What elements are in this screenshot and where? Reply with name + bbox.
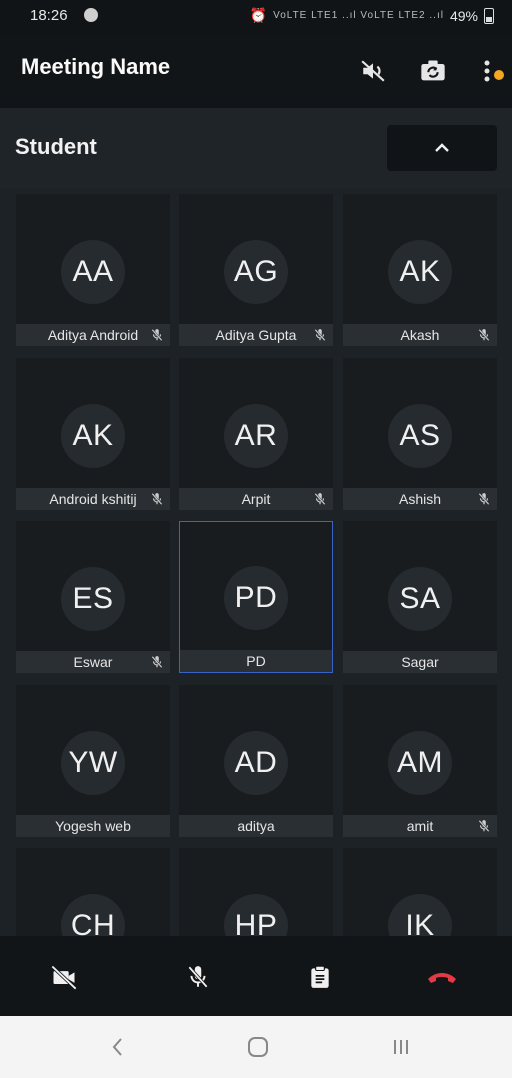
- participant-name-bar: Aditya Gupta: [179, 324, 333, 346]
- participant-name-bar: PD: [180, 650, 332, 672]
- notes-button[interactable]: [303, 960, 337, 994]
- clipboard-icon: [311, 965, 329, 988]
- participant-name-bar: Sagar: [343, 651, 497, 673]
- participant-tile[interactable]: AK Akash: [343, 194, 497, 346]
- video-toggle-button[interactable]: [47, 960, 81, 994]
- participant-name: Eswar: [73, 654, 113, 670]
- participant-grid: AA Aditya Android AG Aditya Gupta AK Akash AK A…: [16, 194, 497, 936]
- participant-name-bar: amit: [343, 815, 497, 837]
- participant-name: Aditya Gupta: [215, 327, 297, 343]
- camera-switch-icon[interactable]: [418, 56, 448, 86]
- participant-tile[interactable]: PD PD: [179, 521, 333, 673]
- mic-off-icon: [477, 492, 491, 506]
- participant-name: PD: [246, 653, 266, 669]
- participant-name-bar: Ashish: [343, 488, 497, 510]
- participant-name-bar: Eswar: [16, 651, 170, 673]
- mic-off-icon: [313, 492, 327, 506]
- participant-avatar: AG: [224, 240, 288, 304]
- mic-off-icon: [150, 655, 164, 669]
- participant-name-bar: Aditya Android: [16, 324, 170, 346]
- participant-avatar: IK: [388, 894, 452, 936]
- participant-name-bar: Akash: [343, 324, 497, 346]
- notification-icon: [84, 8, 98, 22]
- participant-avatar: YW: [61, 731, 125, 795]
- participant-avatar: AK: [61, 404, 125, 468]
- participant-avatar: ES: [61, 567, 125, 631]
- notification-dot: [494, 70, 504, 80]
- participant-avatar: HP: [224, 894, 288, 936]
- participant-tile[interactable]: AA Aditya Android: [16, 194, 170, 346]
- section-title: Student: [15, 134, 97, 159]
- participant-tile[interactable]: SA Sagar: [343, 521, 497, 673]
- participant-tile[interactable]: AD aditya: [179, 685, 333, 837]
- battery-icon: [484, 7, 494, 24]
- participant-tile[interactable]: CH: [16, 848, 170, 936]
- participant-name: Aditya Android: [47, 327, 139, 343]
- participant-name: Ashish: [398, 491, 442, 507]
- participant-tile[interactable]: AG Aditya Gupta: [179, 194, 333, 346]
- status-right: ⏰ VoLTE LTE1 ..ıl VoLTE LTE2 ..ıl 49%: [250, 7, 494, 24]
- mic-toggle-button[interactable]: [181, 960, 215, 994]
- video-off-icon: [51, 965, 77, 990]
- home-icon: [248, 1037, 268, 1057]
- participant-avatar: CH: [61, 894, 125, 936]
- participant-tile[interactable]: AR Arpit: [179, 358, 333, 510]
- control-bar: [0, 936, 512, 1016]
- participant-name: aditya: [237, 818, 275, 834]
- mic-off-icon: [313, 328, 327, 342]
- app-bar: Meeting Name: [0, 34, 512, 108]
- participant-avatar: AA: [61, 240, 125, 304]
- end-call-button[interactable]: [425, 960, 459, 994]
- participant-tile[interactable]: AK Android kshitij: [16, 358, 170, 510]
- speaker-off-icon[interactable]: [358, 56, 388, 86]
- back-icon: [112, 1038, 122, 1056]
- participant-tile[interactable]: ES Eswar: [16, 521, 170, 673]
- participant-tile[interactable]: HP: [179, 848, 333, 936]
- signal-indicator: VoLTE LTE1 ..ıl VoLTE LTE2 ..ıl: [273, 10, 444, 21]
- participant-name-bar: aditya: [179, 815, 333, 837]
- participant-name: Akash: [400, 327, 440, 343]
- participant-avatar: PD: [224, 566, 288, 630]
- nav-home-button[interactable]: [243, 1034, 273, 1060]
- mic-off-icon: [188, 966, 208, 988]
- chevron-up-icon: [435, 143, 449, 152]
- participant-name: amit: [406, 818, 434, 834]
- alarm-icon: ⏰: [249, 7, 268, 23]
- participant-name-bar: Yogesh web: [16, 815, 170, 837]
- participant-name-bar: Android kshitij: [16, 488, 170, 510]
- participant-tile[interactable]: YW Yogesh web: [16, 685, 170, 837]
- status-bar: 18:26 ⏰ VoLTE LTE1 ..ıl VoLTE LTE2 ..ıl …: [0, 0, 512, 34]
- mic-off-icon: [477, 819, 491, 833]
- collapse-button[interactable]: [387, 125, 497, 171]
- participant-avatar: AD: [224, 731, 288, 795]
- nav-back-button[interactable]: [102, 1034, 132, 1060]
- participant-tile[interactable]: IK: [343, 848, 497, 936]
- participant-tile[interactable]: AM amit: [343, 685, 497, 837]
- participant-name-bar: Arpit: [179, 488, 333, 510]
- system-nav-bar: [0, 1016, 512, 1078]
- participant-name: Android kshitij: [49, 491, 137, 507]
- participant-avatar: SA: [388, 567, 452, 631]
- participant-avatar: AK: [388, 240, 452, 304]
- participant-avatar: AM: [388, 731, 452, 795]
- participant-name: Arpit: [241, 491, 271, 507]
- participant-name: Yogesh web: [55, 818, 131, 834]
- recents-icon: [394, 1040, 408, 1054]
- mic-off-icon: [150, 328, 164, 342]
- nav-recents-button[interactable]: [386, 1034, 416, 1060]
- participant-tile[interactable]: AS Ashish: [343, 358, 497, 510]
- mic-off-icon: [150, 492, 164, 506]
- participant-avatar: AR: [224, 404, 288, 468]
- participant-name: Sagar: [401, 654, 439, 670]
- end-call-icon: [428, 973, 456, 983]
- participant-avatar: AS: [388, 404, 452, 468]
- battery-text: 49%: [449, 7, 478, 24]
- mic-off-icon: [477, 328, 491, 342]
- section-header: Student: [0, 108, 512, 188]
- meeting-title: Meeting Name: [21, 54, 171, 79]
- status-time: 18:26: [30, 7, 68, 24]
